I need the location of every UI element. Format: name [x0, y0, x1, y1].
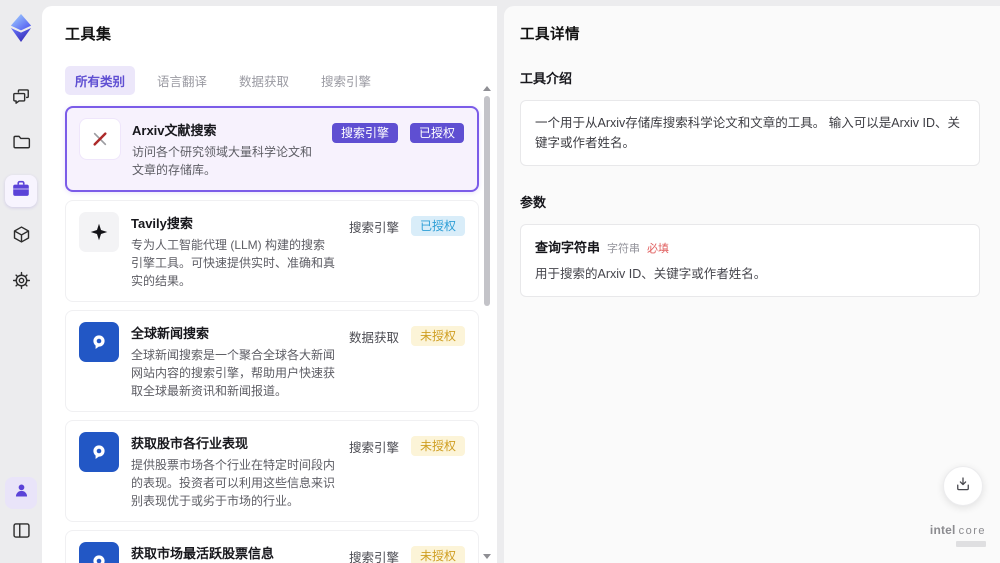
sidebar-item-account[interactable]	[5, 477, 37, 509]
sidebar-item-files[interactable]	[5, 129, 37, 161]
tool-detail-panel: 工具详情 工具介绍 一个用于从Arxiv存储库搜索科学论文和文章的工具。 输入可…	[504, 6, 1000, 563]
scroll-up-icon[interactable]	[483, 86, 491, 91]
tool-auth-badge: 未授权	[410, 436, 465, 457]
tools-scrollbar[interactable]	[482, 86, 492, 559]
sidebar-item-settings[interactable]	[5, 267, 37, 299]
sidebar-item-tools[interactable]	[5, 175, 37, 207]
tab-search-engine[interactable]: 搜索引擎	[311, 66, 381, 95]
tool-auth-badge: 未授权	[410, 546, 465, 563]
intel-core-logo: intel core	[929, 522, 986, 547]
tool-card[interactable]: 获取股市各行业表现提供股票市场各个行业在特定时间段内的表现。投资者可以利用这些信…	[65, 420, 479, 522]
arxiv-icon	[80, 119, 120, 159]
tool-category-badge: 搜索引擎	[331, 123, 398, 144]
tool-category-badge: 数据获取	[348, 330, 399, 345]
category-tabs: 所有类别 语言翻译 数据获取 搜索引擎	[65, 66, 497, 95]
page-title: 工具集	[65, 26, 112, 43]
tool-tags: 搜索引擎 已授权	[331, 119, 464, 144]
tab-all-categories[interactable]: 所有类别	[65, 66, 136, 95]
scrollbar-thumb[interactable]	[484, 96, 490, 306]
param-header: 查询字符串 字符串 必填	[535, 237, 965, 256]
tool-category-badge: 搜索引擎	[348, 550, 399, 563]
tool-info: 全球新闻搜索全球新闻搜索是一个聚合全球各大新闻网站内容的搜索引擎，帮助用户快速获…	[131, 322, 337, 400]
sidebar-item-packages[interactable]	[5, 221, 37, 253]
scroll-down-icon[interactable]	[483, 554, 491, 559]
param-required-badge: 必填	[647, 243, 670, 255]
tool-card[interactable]: 全球新闻搜索全球新闻搜索是一个聚合全球各大新闻网站内容的搜索引擎，帮助用户快速获…	[65, 310, 479, 412]
tool-name: 全球新闻搜索	[131, 326, 210, 341]
tool-card[interactable]: 获取市场最活跃股票信息提供当天交易量最高的股票列表。投资者可以利用这些信息来识别…	[65, 530, 479, 563]
tool-description: 专为人工智能代理 (LLM) 构建的搜索引擎工具。可快速提供实时、准确和真实的结…	[131, 238, 336, 288]
gear-icon	[11, 270, 32, 296]
tool-auth-badge: 已授权	[410, 216, 465, 237]
detail-title: 工具详情	[520, 27, 580, 43]
toolbox-icon	[10, 178, 32, 205]
tool-tags: 搜索引擎 已授权	[348, 212, 465, 237]
brand-subline	[956, 541, 986, 547]
tool-name: Arxiv文献搜索	[132, 123, 217, 138]
sparkle-icon	[79, 212, 119, 252]
tool-name: 获取股市各行业表现	[131, 436, 249, 451]
param-type: 字符串	[607, 243, 641, 255]
tool-category-badge: 搜索引擎	[348, 220, 399, 235]
download-button[interactable]	[943, 466, 983, 506]
tool-auth-badge: 已授权	[409, 123, 464, 144]
tool-name: 获取市场最活跃股票信息	[131, 546, 275, 561]
tool-tags: 数据获取 未授权	[348, 322, 465, 347]
param-description: 用于搜索的Arxiv ID、关键字或作者姓名。	[535, 267, 767, 281]
tool-tags: 搜索引擎 未授权	[348, 432, 465, 457]
tool-info: 获取市场最活跃股票信息提供当天交易量最高的股票列表。投资者可以利用这些信息来识别…	[131, 542, 337, 563]
tab-language-translation[interactable]: 语言翻译	[147, 66, 217, 95]
download-icon	[954, 475, 972, 498]
sidebar-item-chat[interactable]	[5, 83, 37, 115]
tool-info: Tavily搜索专为人工智能代理 (LLM) 构建的搜索引擎工具。可快速提供实时…	[131, 212, 337, 290]
params-heading: 参数	[520, 195, 547, 210]
main-content: 工具集 所有类别 语言翻译 数据获取 搜索引擎 Arxiv文献搜索访问各个研究领…	[42, 6, 1000, 563]
tool-info: Arxiv文献搜索访问各个研究领域大量科学论文和文章的存储库。	[132, 119, 320, 179]
sidebar-bottom	[5, 477, 37, 549]
tool-card[interactable]: Tavily搜索专为人工智能代理 (LLM) 构建的搜索引擎工具。可快速提供实时…	[65, 200, 479, 302]
panel-toggle-icon	[11, 520, 32, 546]
tool-category-badge: 搜索引擎	[348, 440, 399, 455]
tool-tags: 搜索引擎 未授权	[349, 542, 465, 563]
blueapp-icon	[79, 432, 119, 472]
tool-name: Tavily搜索	[131, 216, 193, 231]
tab-data-fetch[interactable]: 数据获取	[229, 66, 299, 95]
blueapp-icon	[79, 542, 119, 563]
brand-core-text: core	[958, 524, 986, 537]
app-logo	[7, 12, 35, 49]
tool-description: 访问各个研究领域大量科学论文和文章的存储库。	[132, 145, 313, 177]
tool-list: Arxiv文献搜索 访问各个研究领域大量科学论文和文章的存储库。 搜索引擎 已授权 Ta…	[65, 106, 479, 563]
sidebar-item-collapse[interactable]	[5, 517, 37, 549]
app-sidebar	[0, 0, 42, 563]
folder-icon	[11, 132, 32, 158]
tool-auth-badge: 未授权	[410, 326, 465, 347]
tool-card[interactable]: Arxiv文献搜索访问各个研究领域大量科学论文和文章的存储库。 搜索引擎 已授权	[65, 106, 479, 192]
chat-icon	[11, 86, 32, 112]
tool-description: 提供股票市场各个行业在特定时间段内的表现。投资者可以利用这些信息来识别表现优于或…	[131, 458, 336, 508]
param-name: 查询字符串	[535, 240, 601, 255]
tool-intro-text: 一个用于从Arxiv存储库搜索科学论文和文章的工具。 输入可以是Arxiv ID…	[520, 100, 980, 166]
intro-heading: 工具介绍	[520, 71, 573, 86]
tool-description: 全球新闻搜索是一个聚合全球各大新闻网站内容的搜索引擎，帮助用户快速获取全球最新资…	[131, 348, 336, 398]
sidebar-nav	[5, 83, 37, 299]
param-card: 查询字符串 字符串 必填 用于搜索的Arxiv ID、关键字或作者姓名。	[520, 224, 980, 297]
tool-info: 获取股市各行业表现提供股票市场各个行业在特定时间段内的表现。投资者可以利用这些信…	[131, 432, 337, 510]
blueapp-icon	[79, 322, 119, 362]
user-icon	[12, 481, 31, 505]
tools-panel: 工具集 所有类别 语言翻译 数据获取 搜索引擎 Arxiv文献搜索访问各个研究领…	[42, 6, 497, 563]
app-root: 工具集 所有类别 语言翻译 数据获取 搜索引擎 Arxiv文献搜索访问各个研究领…	[0, 0, 1000, 563]
cube-icon	[11, 224, 32, 250]
brand-intel-text: intel	[929, 522, 956, 537]
